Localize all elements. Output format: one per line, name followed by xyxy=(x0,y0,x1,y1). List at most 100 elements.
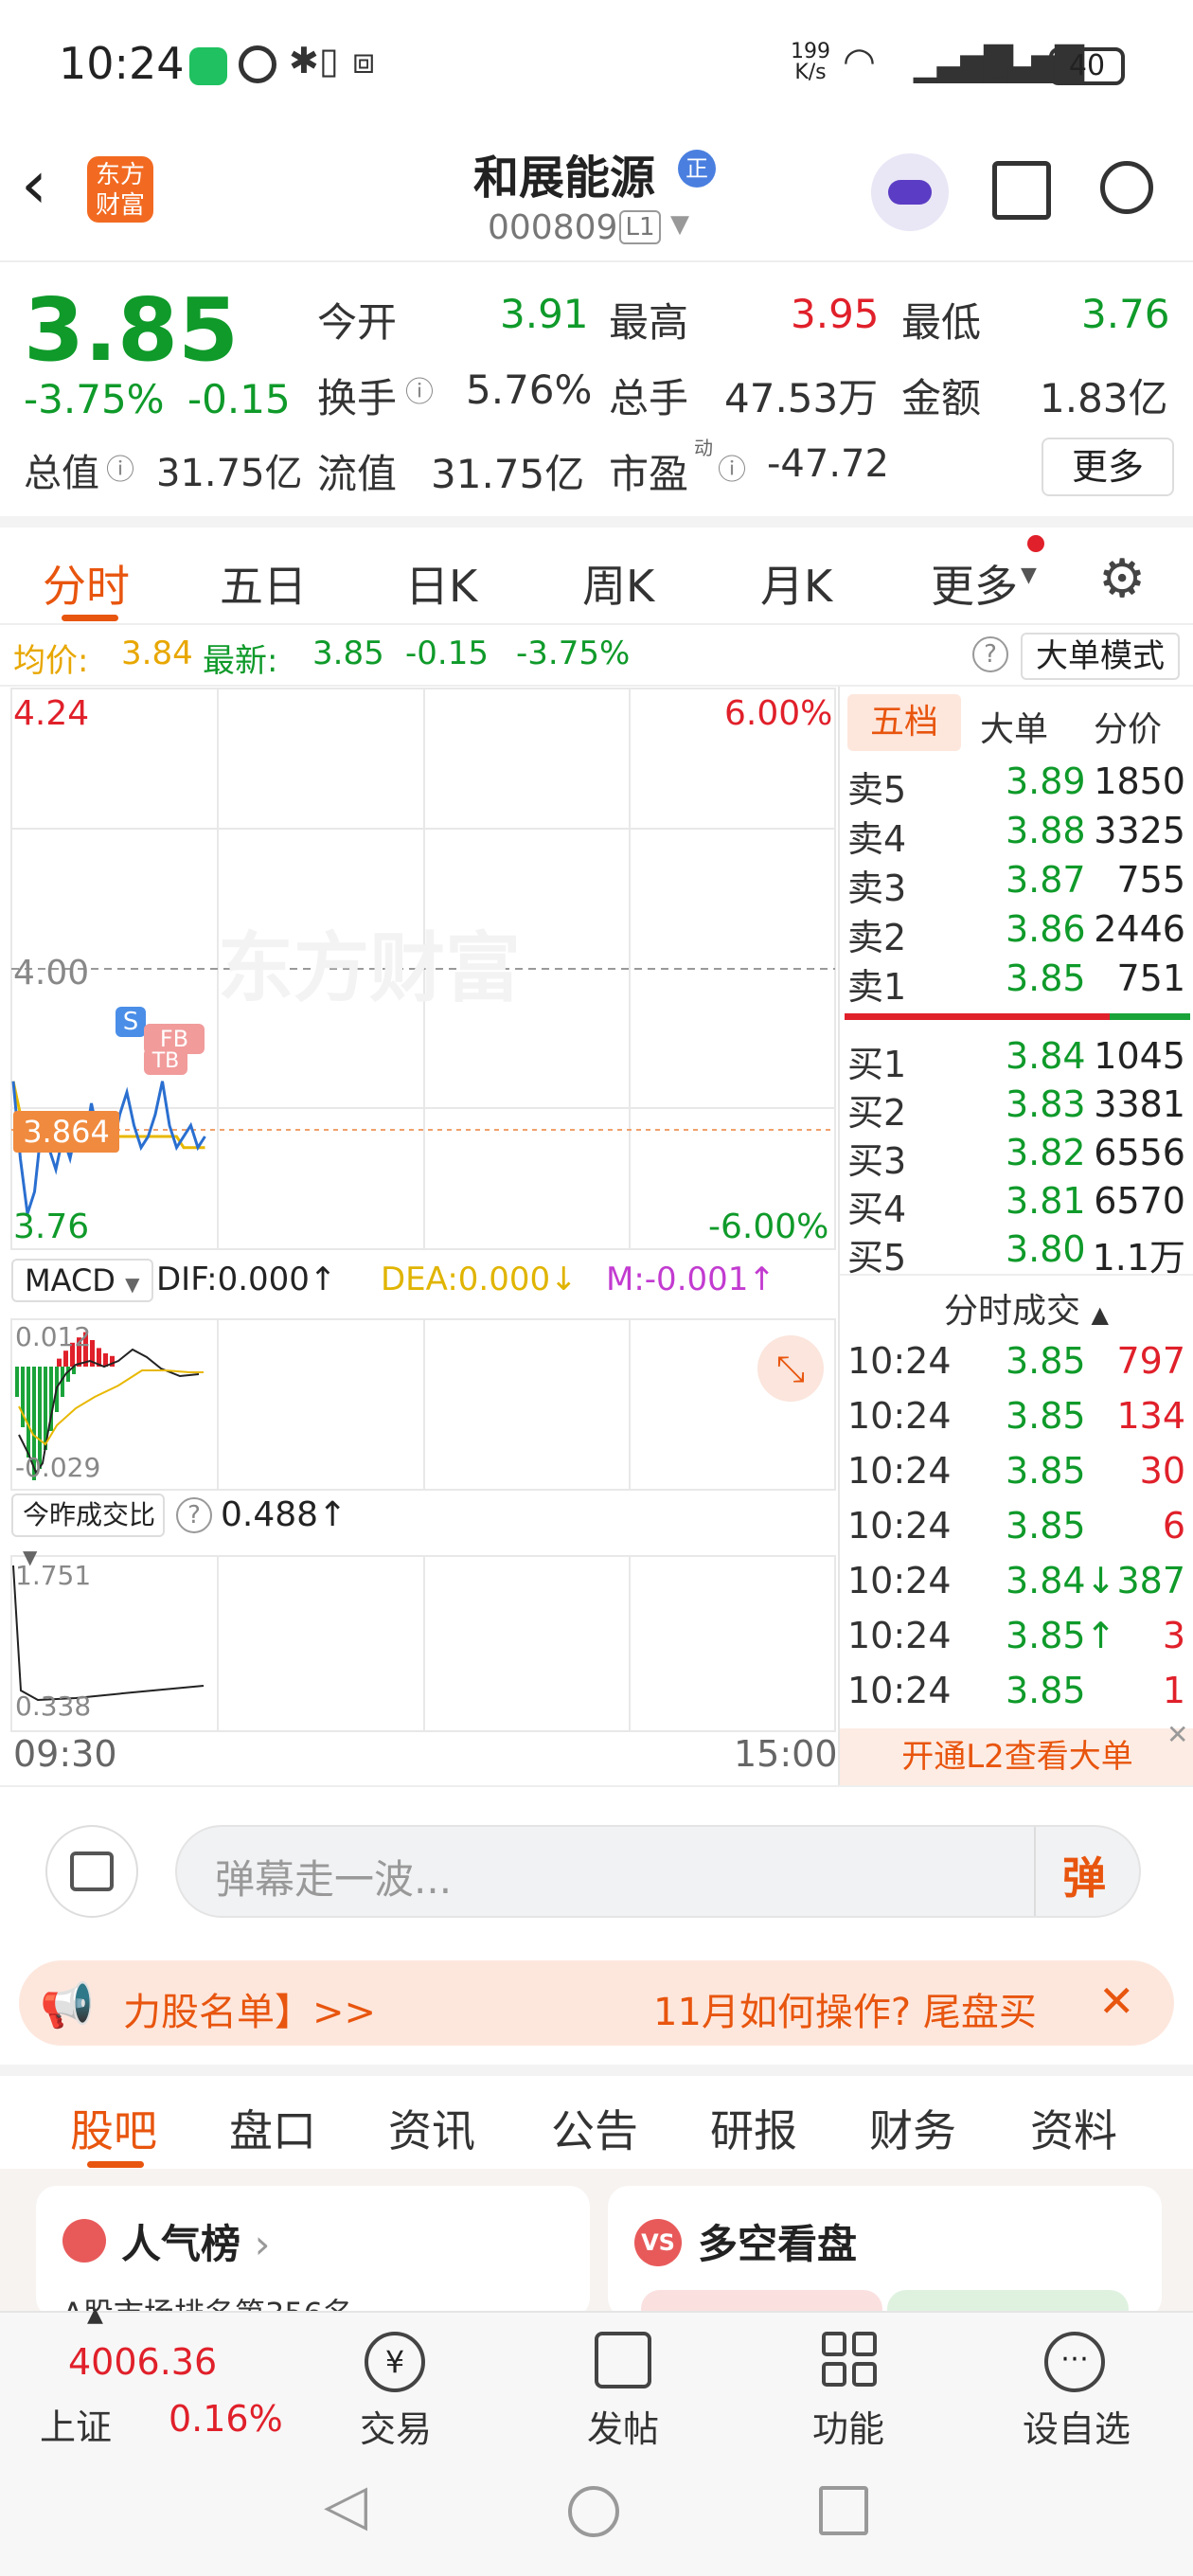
danmu-settings-icon[interactable] xyxy=(45,1825,138,1918)
nav-trade[interactable]: 交易 xyxy=(360,2400,432,2452)
banner-left-text[interactable]: 力股名单】>> xyxy=(123,1981,376,2036)
nav-post[interactable]: 发帖 xyxy=(587,2400,659,2452)
danmu-input[interactable]: 弹幕走一波... 弹 xyxy=(175,1825,1141,1918)
tab-big-orders[interactable]: 大单 xyxy=(980,702,1048,751)
level-volume: 387 xyxy=(1116,1560,1185,1601)
danmu-send-button[interactable]: 弹 xyxy=(1062,1844,1106,1906)
tab-weekly-k[interactable]: 周K xyxy=(582,552,654,615)
level-volume: 751 xyxy=(1116,957,1185,999)
big-order-mode-button[interactable]: 大单模式 xyxy=(1021,633,1180,680)
close-icon[interactable]: ✕ xyxy=(1166,1719,1188,1750)
more-icon: ⋯ xyxy=(1044,2332,1105,2392)
ratio-bottom: 0.338 xyxy=(15,1690,92,1722)
level-label: 买1 xyxy=(847,1044,907,1085)
vs-icon: VS xyxy=(634,2219,682,2266)
level-price: 3.80 xyxy=(1006,1228,1086,1270)
level-price: 3.84 xyxy=(1006,1035,1086,1077)
more-button[interactable]: 更多 xyxy=(1042,438,1174,496)
info-icon[interactable]: ⓘ xyxy=(405,368,434,410)
trades-title[interactable]: 分时成交 ▲ xyxy=(944,1283,1109,1333)
latest-label: 最新: xyxy=(203,642,278,680)
danmu-bar: 弹幕走一波... 弹 xyxy=(0,1785,1193,1946)
tab-daily-k[interactable]: 日K xyxy=(405,552,477,615)
tab-monthly-k[interactable]: 月K xyxy=(760,552,832,615)
tb-marker[interactable]: TB xyxy=(144,1048,187,1075)
status-bar: 10:24 ✱▯ ⧈ 199 K/s ◠ ▁▃▅▇ ▁▃▅▇ 40 xyxy=(0,0,1193,133)
megaphone-icon: 📢 xyxy=(40,1979,95,2030)
chevron-down-icon: ▼ xyxy=(1021,564,1037,587)
net-speed: 199 K/s xyxy=(791,40,830,84)
share-icon[interactable] xyxy=(992,161,1051,220)
level-price: 3.85 xyxy=(1006,1450,1086,1492)
banner-right-text[interactable]: 11月如何操作? 尾盘买 xyxy=(653,1981,1089,2036)
tab-indicator xyxy=(87,2161,144,2168)
ask-row: 卖5 3.89 1850 xyxy=(840,760,1193,811)
macd-bar xyxy=(63,1351,68,1367)
arrow-up-icon: ▲ xyxy=(87,2303,103,2327)
compose-icon xyxy=(595,2332,651,2388)
wifi-icon: ◠ xyxy=(843,40,876,83)
tab-five-day[interactable]: 五日 xyxy=(220,552,307,615)
tab-profile[interactable]: 资料 xyxy=(1030,2097,1117,2159)
app-logo[interactable]: 东方 财富 xyxy=(87,156,153,223)
tab-five-levels[interactable]: 五档 xyxy=(847,694,961,751)
macd-bar xyxy=(15,1367,19,1397)
nav-add-watchlist[interactable]: 设自选 xyxy=(1023,2400,1131,2452)
tab-guba[interactable]: 股吧 xyxy=(70,2097,157,2159)
index-name[interactable]: 上证 xyxy=(40,2398,112,2450)
tab-finance[interactable]: 财务 xyxy=(869,2097,956,2159)
back-nav-icon[interactable]: ◁ xyxy=(324,2472,367,2538)
long-short-card[interactable]: VS 多空看盘 xyxy=(608,2186,1162,2318)
level-volume: 2446 xyxy=(1094,908,1185,950)
tab-research[interactable]: 研报 xyxy=(710,2097,797,2159)
tab-more[interactable]: 更多 xyxy=(931,552,1018,615)
assistant-avatar[interactable] xyxy=(871,153,949,231)
ask-row: 卖4 3.88 3325 xyxy=(840,810,1193,860)
trade-row: 10:24 3.85 797 xyxy=(840,1340,1193,1389)
chevron-down-icon[interactable]: ▼ xyxy=(670,210,689,239)
chart-area: 东方财富 4.24 6.00% 4.00 3.76 -6.00% 3.864 S… xyxy=(0,687,838,1785)
tab-price-dist[interactable]: 分价 xyxy=(1094,702,1162,751)
close-icon[interactable]: ✕ xyxy=(1098,1976,1135,2027)
battery-icon: 40 xyxy=(1049,47,1125,85)
nav-functions[interactable]: 功能 xyxy=(812,2400,884,2452)
amount-label: 金额 xyxy=(901,375,982,421)
search-icon[interactable] xyxy=(1100,161,1153,214)
ratio-top: 1.751 xyxy=(15,1560,92,1591)
sell-marker[interactable]: S xyxy=(116,1007,146,1037)
ratio-selector[interactable]: 今昨成交比 ▼ xyxy=(11,1494,165,1568)
turnover-label: 换手 xyxy=(317,375,398,421)
macd-selector[interactable]: MACD ▼ xyxy=(11,1259,153,1302)
info-icon[interactable]: ⓘ xyxy=(106,446,134,488)
promo-banner[interactable]: 📢 力股名单】>> 11月如何操作? 尾盘买 ✕ xyxy=(19,1960,1174,2046)
level-price: 3.85 xyxy=(1006,1505,1086,1547)
info-icon[interactable]: ⓘ xyxy=(718,446,746,488)
avg-value: 3.84 xyxy=(121,635,193,672)
level-label: 买3 xyxy=(847,1140,907,1182)
level-label: 卖4 xyxy=(847,818,907,860)
index-pct[interactable]: 0.16% xyxy=(169,2398,283,2440)
tab-news[interactable]: 资讯 xyxy=(388,2097,475,2159)
l2-link[interactable]: 开通L2查看大单 xyxy=(840,1728,1193,1785)
recents-nav-icon[interactable] xyxy=(819,2486,868,2535)
bid-row: 买4 3.81 6570 xyxy=(840,1180,1193,1230)
tab-intraday[interactable]: 分时 xyxy=(43,552,130,615)
help-icon[interactable]: ? xyxy=(176,1497,212,1533)
level-badge[interactable]: L1 xyxy=(619,210,661,244)
app-header: ‹ 东方 财富 和展能源 正 000809 L1 ▼ xyxy=(0,133,1193,260)
help-icon[interactable]: ? xyxy=(972,636,1008,672)
popularity-card[interactable]: 人气榜 › A股市场排名第356名 xyxy=(36,2186,590,2318)
home-nav-icon[interactable] xyxy=(568,2486,619,2537)
level-price: 3.85↑ xyxy=(1006,1615,1116,1656)
tab-pankou[interactable]: 盘口 xyxy=(229,2097,316,2159)
gear-icon[interactable]: ⚙ xyxy=(1098,548,1146,610)
level-volume: 30 xyxy=(1139,1450,1185,1492)
tab-announcements[interactable]: 公告 xyxy=(551,2097,638,2159)
index-value[interactable]: 4006.36 xyxy=(68,2341,217,2383)
expand-icon[interactable]: ⤡ xyxy=(757,1335,824,1402)
trade-row: 10:24 3.85 30 xyxy=(840,1450,1193,1499)
y-bottom-pct: -6.00% xyxy=(708,1208,829,1246)
back-icon[interactable]: ‹ xyxy=(21,152,47,218)
macd-bar xyxy=(57,1358,62,1367)
level-volume: 134 xyxy=(1116,1395,1185,1437)
